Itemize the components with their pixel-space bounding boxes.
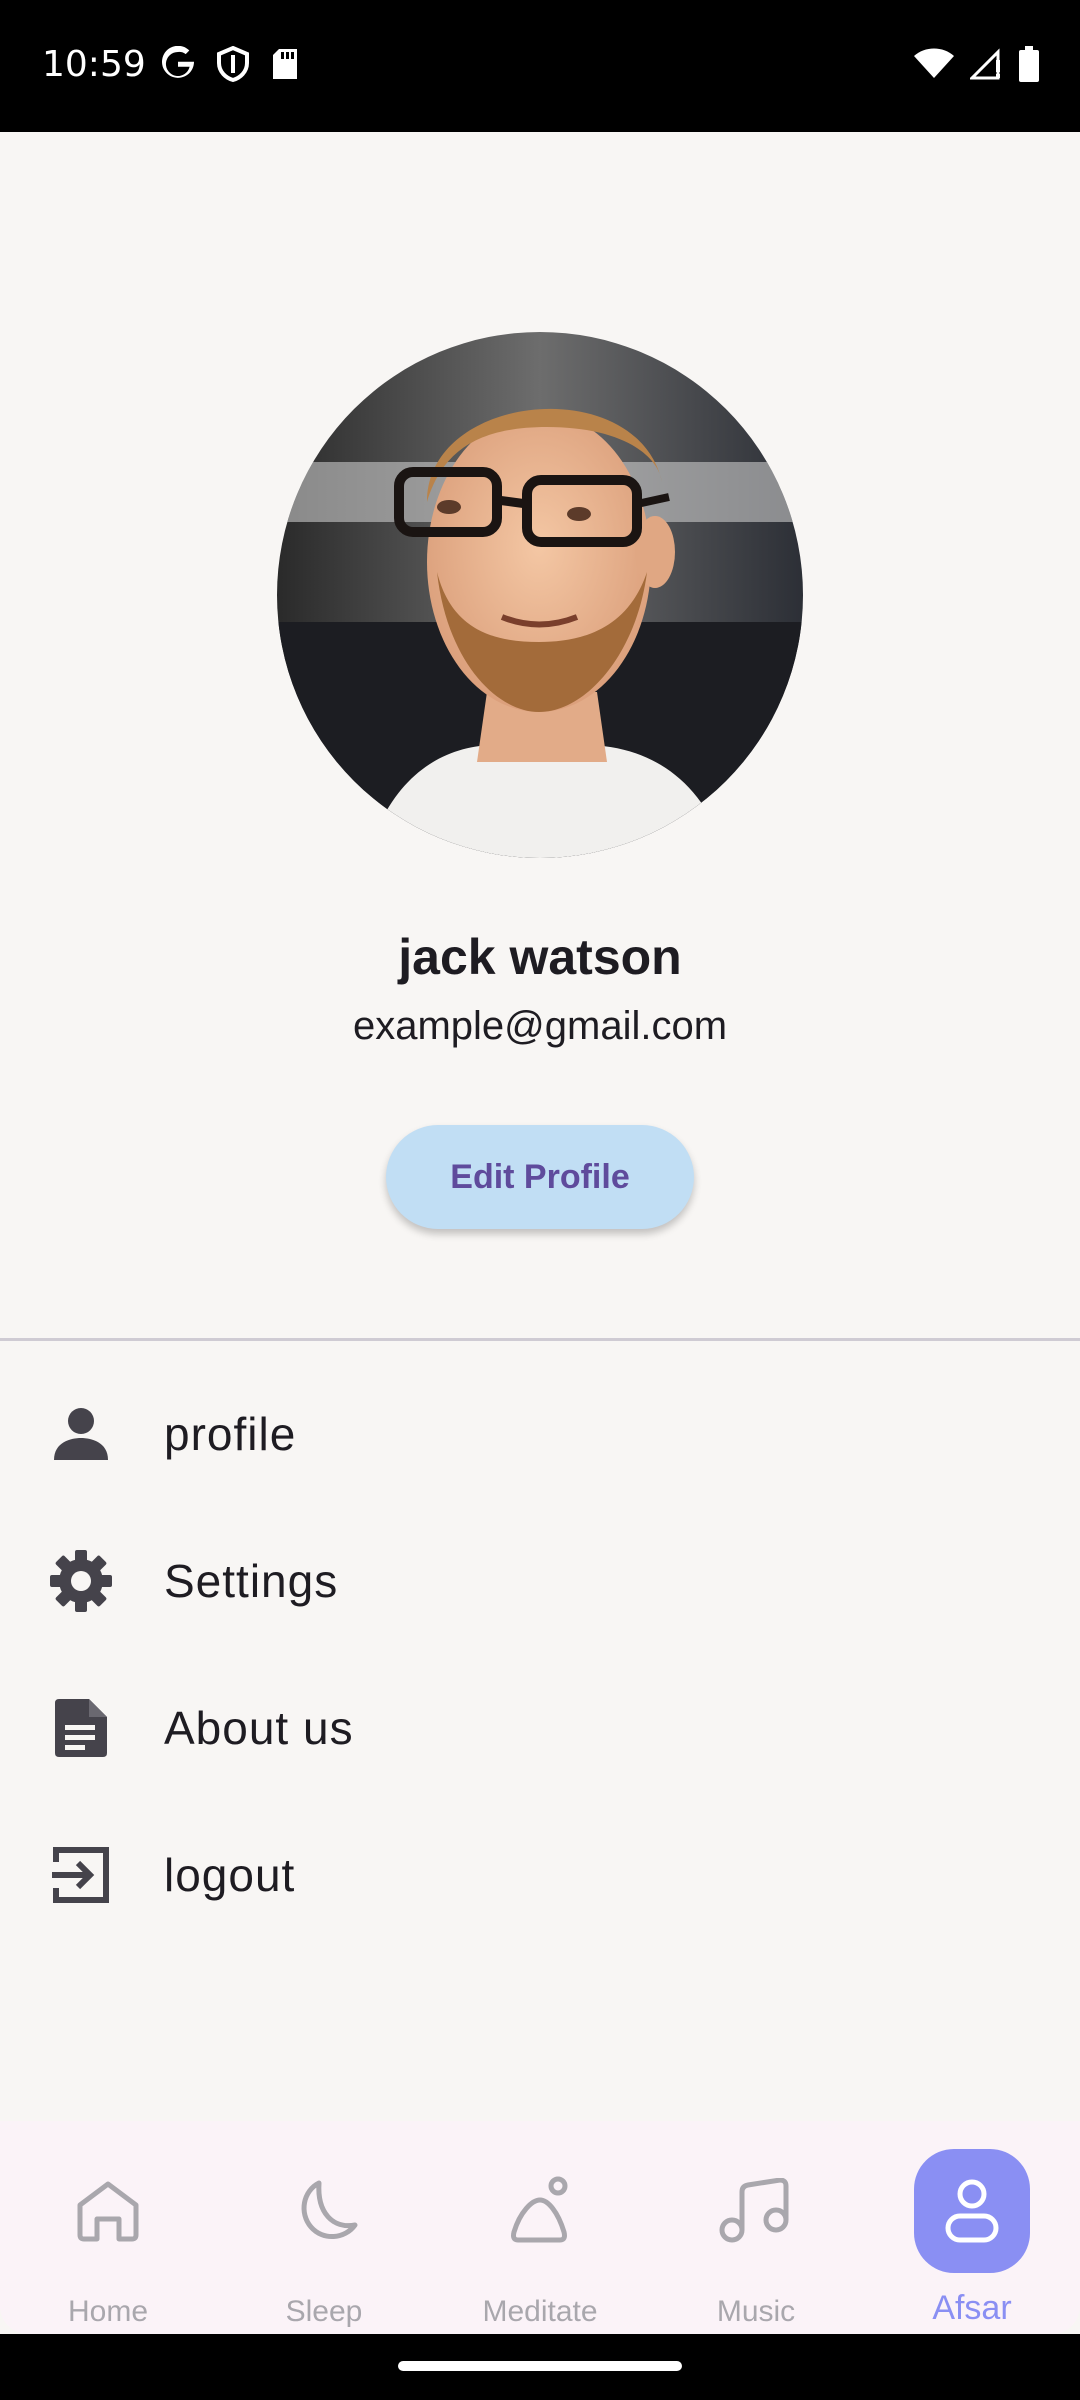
nav-item-afsar[interactable]: Afsar [864, 2121, 1080, 2334]
music-icon [698, 2149, 814, 2273]
nav-item-meditate[interactable]: Meditate [432, 2121, 648, 2334]
nav-item-sleep[interactable]: Sleep [216, 2121, 432, 2334]
profile-avatar [277, 332, 803, 858]
menu-item-settings[interactable]: Settings [0, 1511, 1080, 1651]
menu-label-settings: Settings [164, 1555, 339, 1607]
home-icon [50, 2149, 166, 2273]
nav-label-sleep: Sleep [285, 2295, 363, 2328]
gear-icon [46, 1546, 116, 1616]
nav-label-meditate: Meditate [482, 2295, 598, 2328]
bottom-navigation: Home Sleep Meditate Music Afsar [0, 2121, 1080, 2334]
menu-item-about-us[interactable]: About us [0, 1658, 1080, 1798]
edit-profile-button[interactable]: Edit Profile [386, 1125, 694, 1229]
nav-item-music[interactable]: Music [648, 2121, 864, 2334]
menu-item-logout[interactable]: logout [0, 1805, 1080, 1945]
menu-label-profile: profile [164, 1408, 297, 1460]
status-time: 10:59 [42, 44, 146, 85]
moon-icon [266, 2149, 382, 2273]
logout-icon [46, 1840, 116, 1910]
status-notification-icons [160, 45, 300, 87]
section-divider [0, 1338, 1080, 1341]
nav-label-music: Music [716, 2295, 796, 2328]
account-icon [914, 2149, 1030, 2273]
nav-item-home[interactable]: Home [0, 2121, 216, 2334]
document-icon [46, 1693, 116, 1763]
battery-icon [1018, 46, 1040, 87]
person-icon [46, 1399, 116, 1469]
user-email: example@gmail.com [352, 1004, 728, 1048]
status-system-icons [914, 46, 1040, 87]
menu-label-about-us: About us [164, 1702, 354, 1754]
profile-screen: jack watson example@gmail.com Edit Profi… [0, 132, 1080, 2334]
menu-label-logout: logout [164, 1849, 296, 1901]
meditate-icon [482, 2149, 598, 2273]
menu-item-profile[interactable]: profile [0, 1364, 1080, 1504]
nav-label-afsar: Afsar [932, 2289, 1012, 2327]
gesture-navigation-bar[interactable] [398, 2361, 682, 2371]
signal-icon [968, 48, 1002, 85]
nav-label-home: Home [67, 2295, 149, 2328]
wifi-icon [914, 48, 954, 85]
google-icon [160, 45, 196, 87]
shield-icon [216, 45, 250, 87]
sd-card-icon [270, 47, 300, 86]
user-name: jack watson [398, 929, 682, 985]
status-bar: 10:59 [0, 0, 1080, 132]
